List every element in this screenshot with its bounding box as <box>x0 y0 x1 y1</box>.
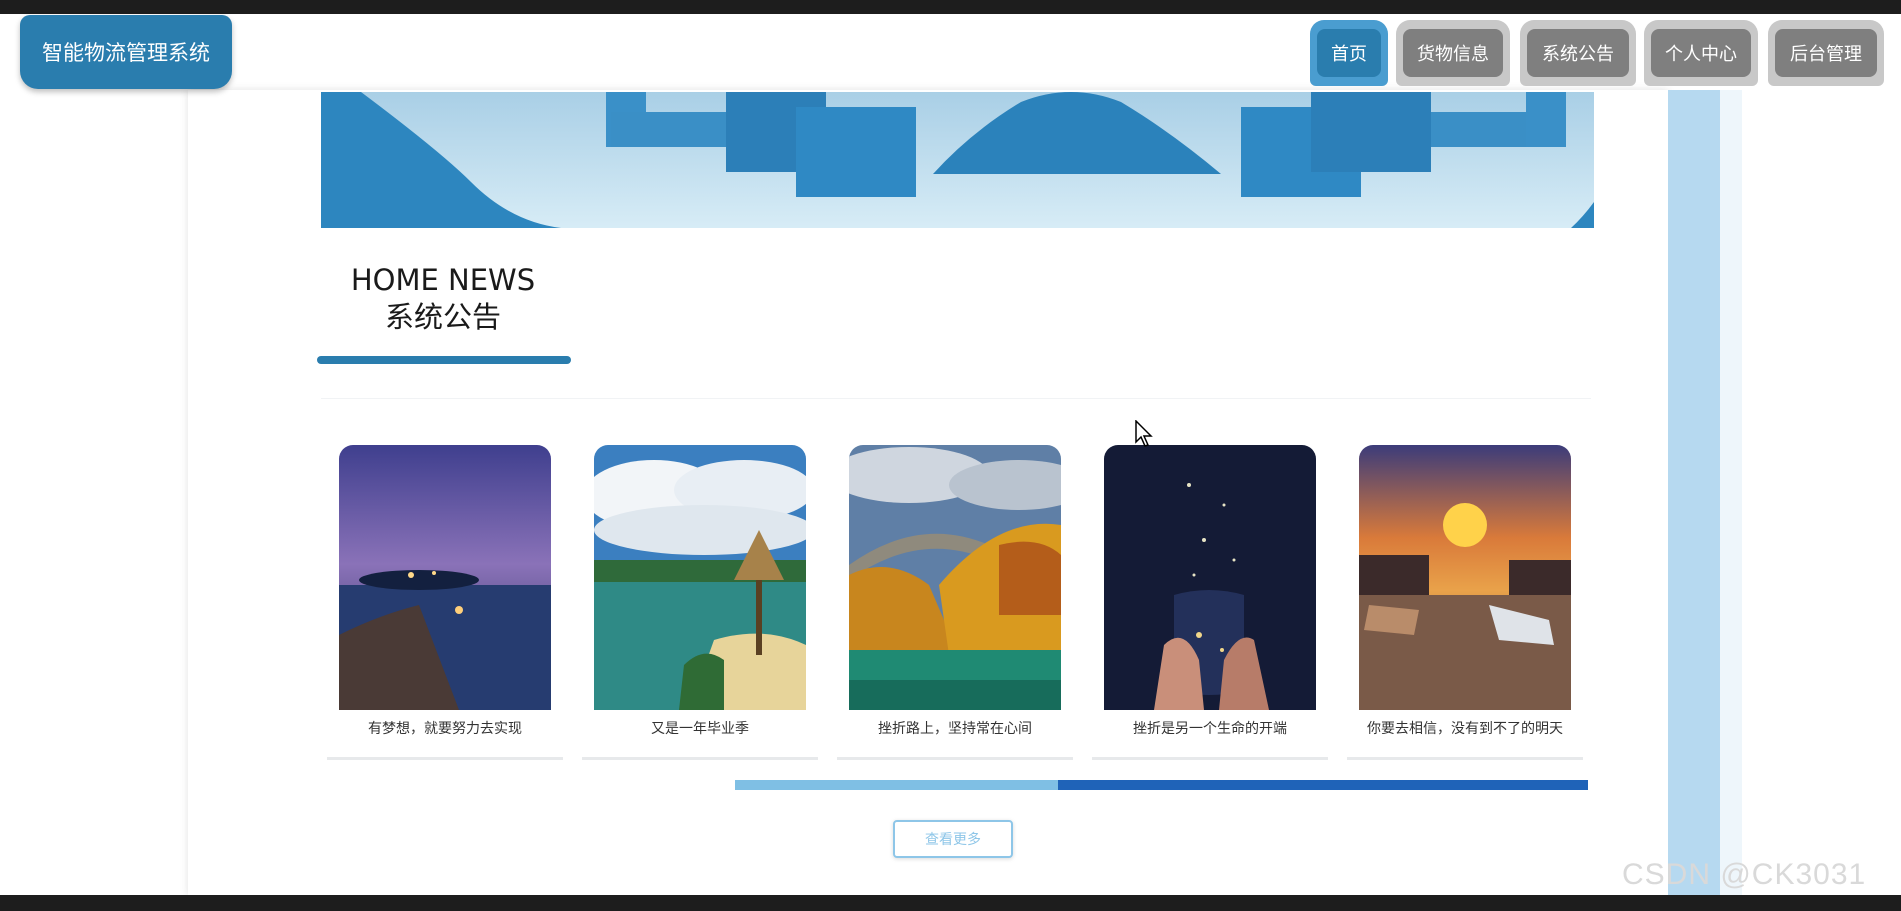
right-rail-shade <box>1720 90 1742 895</box>
news-card[interactable]: 挫折路上，坚持常在心间 <box>837 445 1073 761</box>
window-bottom-border <box>0 895 1901 911</box>
card-underline <box>327 757 563 760</box>
card-underline <box>1347 757 1583 760</box>
card-underline <box>1092 757 1328 760</box>
nav-item-admin[interactable]: 后台管理 <box>1768 20 1884 86</box>
news-thumbnail <box>594 445 806 710</box>
nav-item-label: 货物信息 <box>1403 29 1503 77</box>
right-rail <box>1668 90 1720 895</box>
night-pier-image <box>339 445 551 710</box>
news-thumbnail <box>1359 445 1571 710</box>
news-thumbnail <box>1104 445 1316 710</box>
news-card[interactable]: 挫折是另一个生命的开端 <box>1092 445 1328 761</box>
banner-illustration <box>321 92 1594 228</box>
news-caption: 有梦想，就要努力去实现 <box>368 721 522 737</box>
carousel-progress-fill <box>1058 780 1588 790</box>
news-card[interactable]: 你要去相信，没有到不了的明天 <box>1347 445 1583 761</box>
section-title: HOME NEWS 系统公告 <box>317 262 569 336</box>
section-title-zh: 系统公告 <box>384 300 501 334</box>
news-caption: 挫折是另一个生命的开端 <box>1133 721 1287 737</box>
news-thumbnail <box>849 445 1061 710</box>
nav-item-announcements[interactable]: 系统公告 <box>1520 20 1636 86</box>
news-card[interactable]: 又是一年毕业季 <box>582 445 818 761</box>
divider <box>321 398 1591 399</box>
stone-bridge-image <box>849 445 1061 710</box>
top-nav: 首页 货物信息 系统公告 个人中心 后台管理 <box>1310 20 1892 86</box>
nav-item-goods-info[interactable]: 货物信息 <box>1396 20 1510 86</box>
mouse-cursor-icon <box>1135 420 1153 447</box>
beach-hut-image <box>594 445 806 710</box>
nav-item-home[interactable]: 首页 <box>1310 20 1388 86</box>
news-caption: 你要去相信，没有到不了的明天 <box>1367 721 1563 737</box>
news-card[interactable]: 有梦想，就要努力去实现 <box>327 445 563 761</box>
section-underline <box>317 356 571 364</box>
watermark: CSDN @CK3031 <box>1622 858 1867 891</box>
news-carousel: 有梦想，就要努力去实现 又是一年毕业季 挫折路上，坚持常在心间 挫折是另一个生命… <box>327 445 1597 765</box>
window-top-border <box>0 0 1901 14</box>
nav-item-label: 后台管理 <box>1775 29 1877 77</box>
hero-banner <box>321 92 1594 228</box>
news-thumbnail <box>339 445 551 710</box>
card-underline <box>582 757 818 760</box>
section-title-en: HOME NEWS <box>350 263 536 297</box>
news-caption: 又是一年毕业季 <box>651 721 749 737</box>
app-title[interactable]: 智能物流管理系统 <box>20 15 232 89</box>
nav-item-label: 系统公告 <box>1527 29 1629 77</box>
view-more-button[interactable]: 查看更多 <box>893 820 1013 858</box>
sunset-river-image <box>1359 445 1571 710</box>
nav-item-label: 个人中心 <box>1651 29 1751 77</box>
starry-jar-image <box>1104 445 1316 710</box>
nav-item-label: 首页 <box>1317 29 1381 77</box>
card-underline <box>837 757 1073 760</box>
news-caption: 挫折路上，坚持常在心间 <box>878 721 1032 737</box>
nav-item-personal-center[interactable]: 个人中心 <box>1644 20 1758 86</box>
